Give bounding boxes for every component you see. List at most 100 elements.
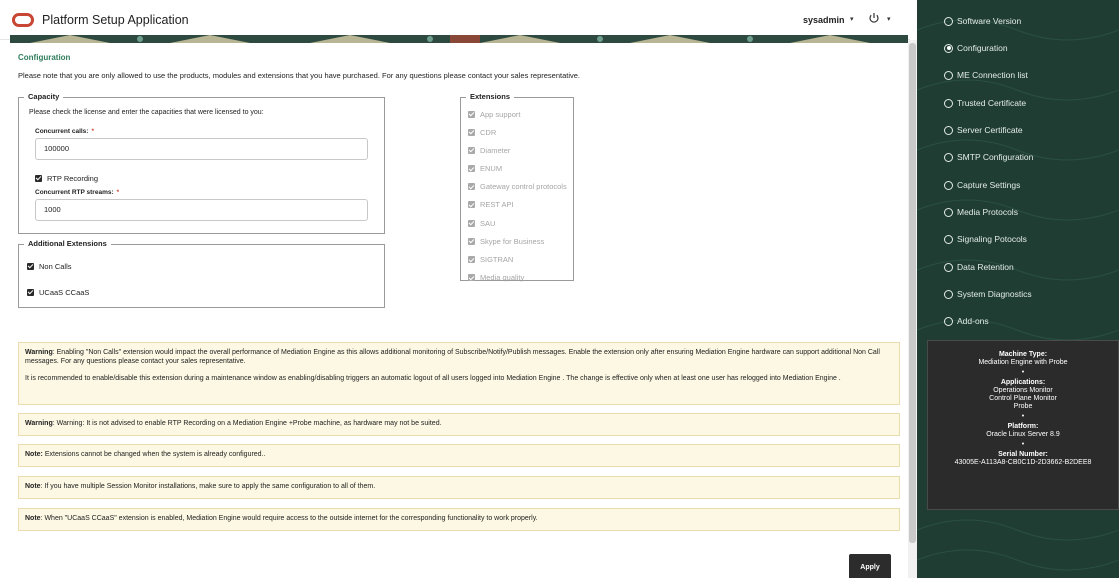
extension-label: ENUM	[480, 164, 503, 174]
checkbox-checked-icon	[468, 165, 475, 173]
intro-note: Please note that you are only allowed to…	[18, 71, 581, 80]
radio-icon	[944, 152, 953, 162]
checkbox-checked-icon	[468, 183, 475, 191]
applications-label: Applications:	[1000, 379, 1046, 386]
concurrent-calls-label: Concurrent calls: *	[35, 128, 94, 135]
sidebar-item-label: Data Retention	[957, 262, 1014, 272]
required-marker: *	[116, 189, 120, 196]
sidebar-item-data-retention[interactable]: Data Retention	[944, 260, 1014, 274]
radio-icon	[944, 316, 953, 326]
checkbox-checked-icon	[468, 256, 475, 263]
extension-rest-api: REST API	[468, 200, 567, 210]
radio-icon	[944, 16, 953, 26]
additional-extensions-panel: Additional Extensions Non Calls UCaaS CC…	[18, 239, 385, 308]
rtp-recording-checkbox[interactable]: RTP Recording	[35, 173, 98, 183]
sidebar-item-me-connection-list[interactable]: ME Connection list	[944, 68, 1028, 82]
scrollbar-thumb[interactable]	[909, 43, 916, 543]
application-item: Control Plane Monitor	[989, 395, 1057, 402]
chevron-down-icon[interactable]: ▾	[850, 15, 854, 23]
decorative-banner	[10, 35, 908, 43]
note-label: Note:	[25, 451, 43, 458]
sidebar-item-label: Software Version	[957, 16, 1022, 26]
extension-media-quality: Media quality	[468, 273, 567, 283]
warning-maintenance-text: It is recommended to enable/disable this…	[25, 375, 841, 382]
main-scrollbar[interactable]	[908, 40, 917, 578]
chevron-down-icon: ▾	[887, 16, 891, 23]
radio-icon	[944, 70, 953, 80]
warning-label: Warning	[25, 420, 53, 427]
extension-sigtran: SIGTRAN	[468, 255, 567, 265]
sidebar-item-label: Signaling Potocols	[957, 234, 1027, 244]
checkbox-checked-icon	[468, 219, 475, 227]
serial-number-value: 43005E-A113A8-CB0C1D-2D3662-B2DEE8	[954, 459, 1092, 466]
rtp-streams-label-text: Concurrent RTP streams:	[35, 189, 114, 196]
sidebar-item-server-certificate[interactable]: Server Certificate	[944, 123, 1023, 137]
sidebar-item-add-ons[interactable]: Add-ons	[944, 314, 989, 328]
non-calls-checkbox[interactable]: Non Calls	[27, 261, 72, 271]
sidebar-item-smtp-configuration[interactable]: SMTP Configuration	[944, 150, 1033, 164]
extension-label: App support	[480, 109, 521, 119]
sidebar-item-label: System Diagnostics	[957, 289, 1032, 299]
capacity-description: Please check the license and enter the c…	[29, 109, 264, 116]
extension-label: REST API	[480, 200, 514, 210]
extensions-legend: Extensions	[466, 92, 515, 101]
checkbox-checked-icon	[468, 146, 475, 154]
extensions-panel: Extensions App support CDR Diameter ENUM…	[460, 92, 574, 282]
sidebar-item-software-version[interactable]: Software Version	[944, 14, 1021, 28]
oracle-logo	[12, 13, 34, 27]
extension-skype: Skype for Business	[468, 236, 567, 246]
sidebar-item-system-diagnostics[interactable]: System Diagnostics	[944, 287, 1032, 301]
sidebar-item-signaling-protocols[interactable]: Signaling Potocols	[944, 232, 1027, 246]
sidebar-item-label: Add-ons	[957, 316, 989, 326]
user-menu[interactable]: sysadmin	[803, 15, 845, 25]
note-body: Extensions cannot be changed when the sy…	[42, 451, 266, 458]
rtp-streams-input[interactable]: 1000	[35, 199, 368, 221]
concurrent-calls-input[interactable]: 100000	[35, 138, 368, 160]
extension-app-support: App support	[468, 109, 567, 119]
extension-label: SIGTRAN	[480, 255, 514, 264]
extension-diameter: Diameter	[468, 145, 567, 155]
app-header: Platform Setup Application sysadmin ▾ ▾	[0, 0, 910, 40]
radio-icon	[944, 289, 953, 299]
radio-icon	[944, 180, 953, 190]
extension-label: Gateway control protocols	[480, 182, 567, 192]
power-menu-button[interactable]: ▾	[868, 11, 898, 29]
concurrent-calls-label-text: Concurrent calls:	[35, 128, 89, 135]
warning-non-calls: Warning: Enabling "Non Calls" extension …	[18, 342, 900, 405]
extension-label: Skype for Business	[480, 236, 545, 246]
sidebar-item-label: SMTP Configuration	[957, 152, 1034, 162]
page-title: Configuration	[18, 53, 71, 62]
radio-icon	[944, 125, 953, 135]
capacity-legend: Capacity	[24, 92, 64, 101]
sidebar-item-label: Capture Settings	[957, 180, 1021, 190]
apply-button[interactable]: Apply	[849, 554, 891, 578]
extension-label: CDR	[480, 127, 497, 137]
note-body: : When "UCaaS CCaaS" extension is enable…	[40, 515, 538, 522]
sidebar-item-media-protocols[interactable]: Media Protocols	[944, 205, 1018, 219]
warning-non-calls-text: Warning: Enabling "Non Calls" extension …	[25, 348, 893, 366]
sidebar-item-capture-settings[interactable]: Capture Settings	[944, 178, 1020, 192]
ucaas-ccaas-checkbox[interactable]: UCaaS CCaaS	[27, 287, 89, 297]
note-label: Note	[25, 515, 41, 522]
checkbox-checked-icon	[468, 110, 475, 118]
checkbox-checked-icon	[27, 288, 34, 296]
power-icon	[869, 13, 879, 23]
warning-rtp-recording: Warning: Warning: It is not advised to e…	[18, 413, 900, 436]
extensions-list: App support CDR Diameter ENUM Gateway co…	[468, 109, 567, 291]
extension-gateway-control: Gateway control protocols	[468, 182, 567, 192]
radio-icon	[944, 98, 953, 108]
sidebar-item-label: Trusted Certificate	[957, 98, 1027, 108]
additional-extensions-legend: Additional Extensions	[24, 239, 111, 248]
sidebar-item-trusted-certificate[interactable]: Trusted Certificate	[944, 96, 1026, 110]
ucaas-ccaas-label: UCaaS CCaaS	[39, 287, 90, 297]
required-marker: *	[91, 128, 94, 135]
extension-sau: SAU	[468, 218, 567, 228]
capacity-panel: Capacity Please check the license and en…	[18, 92, 385, 234]
extension-label: SAU	[480, 218, 496, 228]
rtp-recording-label: RTP Recording	[47, 173, 98, 183]
machine-type-value: Mediation Engine with Probe	[978, 359, 1068, 366]
extension-enum: ENUM	[468, 164, 567, 174]
sidebar-item-configuration[interactable]: Configuration	[944, 41, 1008, 55]
sidebar-item-label: Configuration	[957, 43, 1008, 53]
radio-icon	[944, 262, 953, 272]
